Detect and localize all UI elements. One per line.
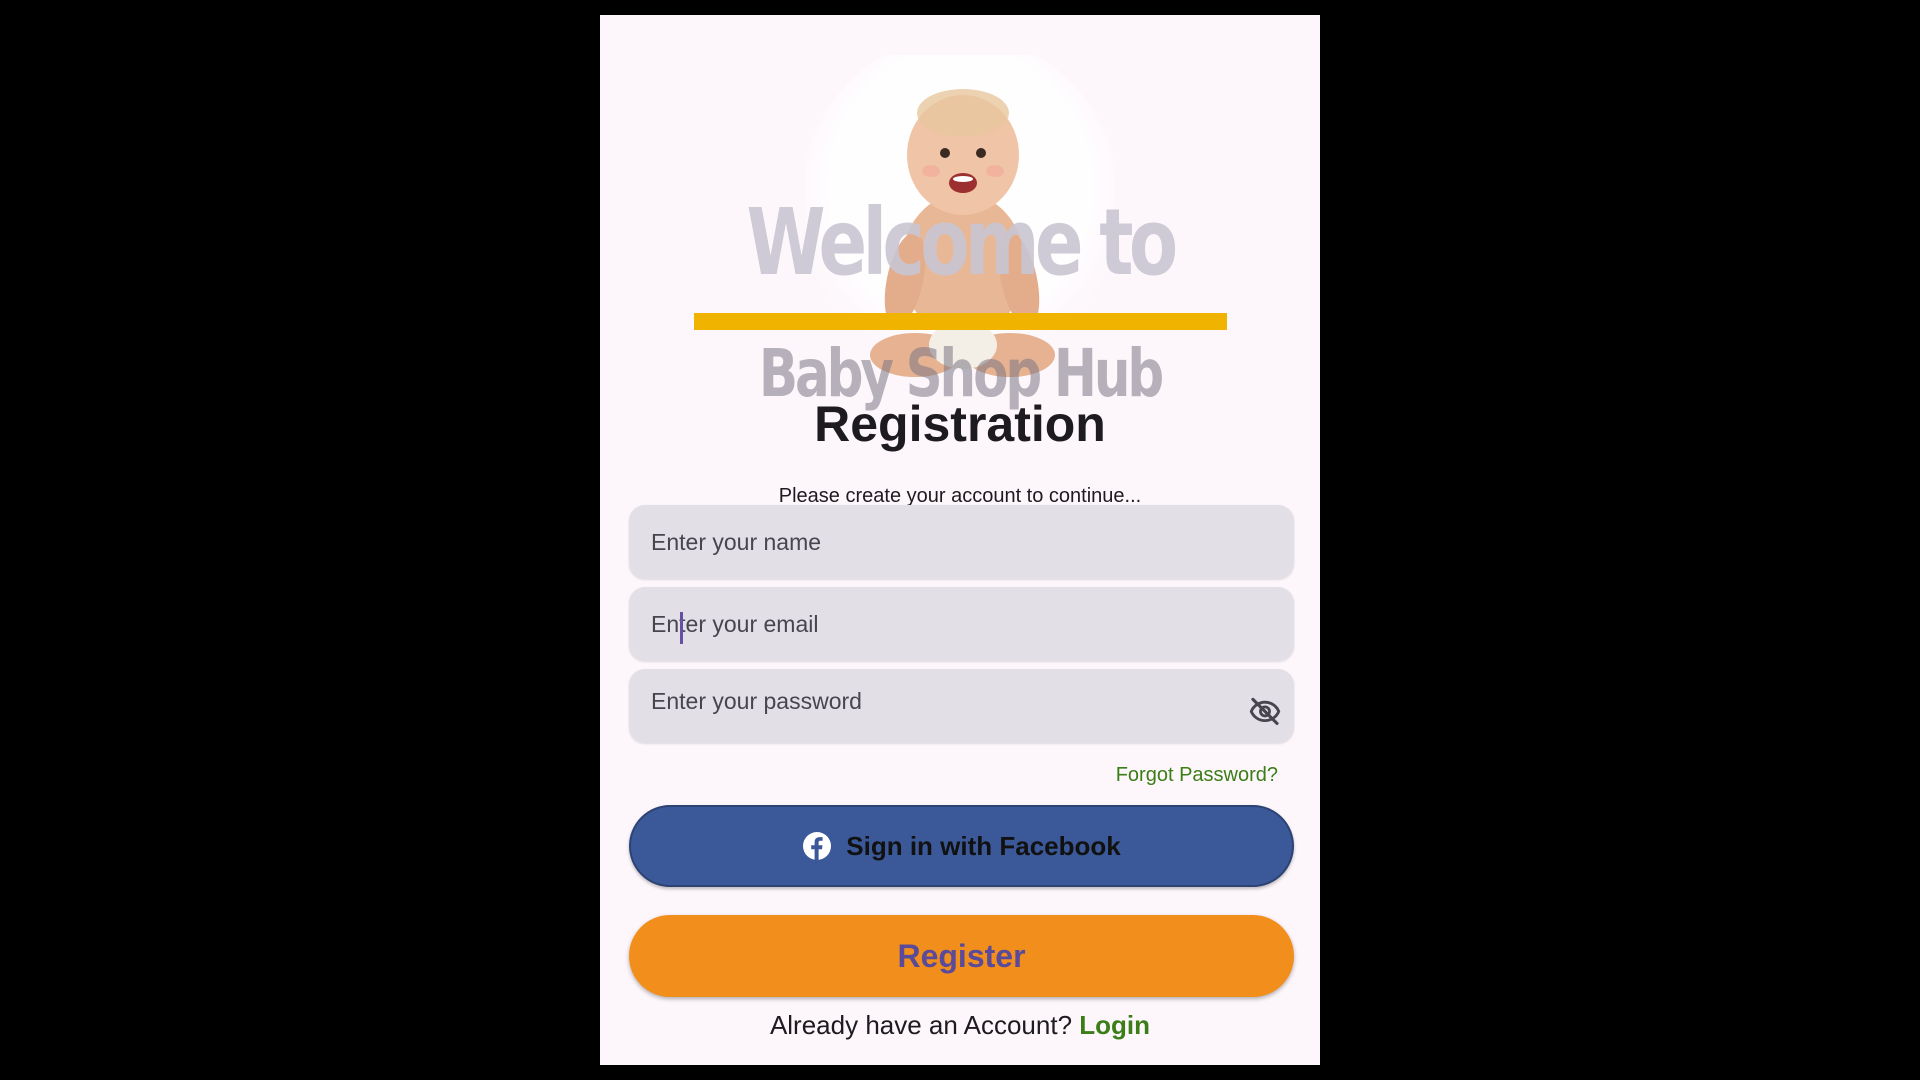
welcome-heading: Welcome to: [746, 189, 1179, 296]
facebook-icon: [802, 831, 832, 861]
hero-banner: Welcome to Baby Shop Hub: [600, 15, 1320, 435]
register-button[interactable]: Register: [629, 915, 1294, 997]
email-input[interactable]: [629, 587, 1294, 661]
facebook-button-label: Sign in with Facebook: [846, 830, 1121, 861]
login-prompt-text: Already have an Account?: [769, 1010, 1073, 1040]
accent-underline: [694, 313, 1227, 330]
email-field[interactable]: [629, 587, 1294, 661]
name-field[interactable]: [629, 505, 1294, 579]
password-input[interactable]: [629, 669, 1294, 743]
app-screen: Welcome to Baby Shop Hub Registration Pl…: [600, 15, 1320, 1065]
page-title: Registration: [814, 396, 1106, 452]
text-cursor: [680, 612, 683, 644]
name-input[interactable]: [629, 505, 1294, 579]
forgot-password-link[interactable]: Forgot Password?: [1116, 764, 1278, 787]
visibility-off-icon[interactable]: [1246, 691, 1284, 729]
login-link[interactable]: Login: [1079, 1010, 1150, 1040]
register-button-label: Register: [897, 937, 1026, 974]
password-field[interactable]: [629, 669, 1294, 743]
facebook-signin-button[interactable]: Sign in with Facebook: [629, 805, 1294, 887]
login-prompt: Already have an Account? Login: [600, 1010, 1320, 1041]
